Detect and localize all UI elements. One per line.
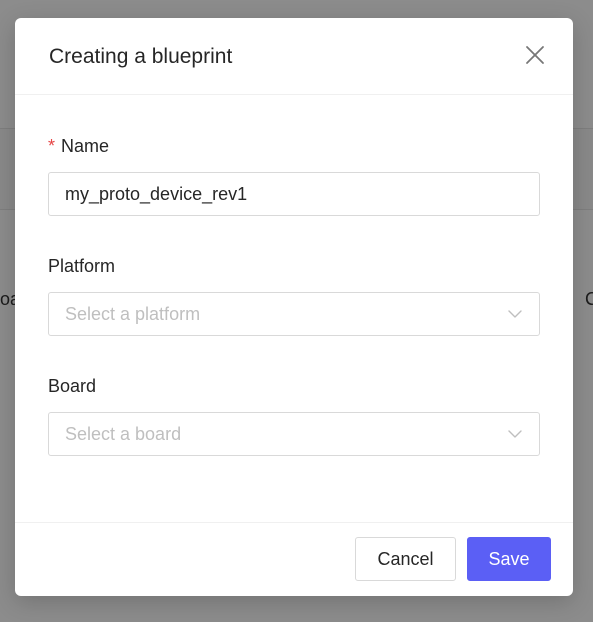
name-field-group: * Name	[48, 134, 540, 254]
board-field-group: Board Select a board	[48, 374, 540, 494]
name-label-row: * Name	[48, 134, 540, 158]
dialog-header: Creating a blueprint	[15, 18, 573, 95]
cancel-button[interactable]: Cancel	[355, 537, 456, 581]
board-label: Board	[48, 376, 97, 396]
required-mark: *	[48, 136, 56, 156]
platform-field-group: Platform Select a platform	[48, 254, 540, 374]
chevron-down-icon	[508, 310, 522, 318]
close-button[interactable]	[523, 43, 547, 67]
save-button[interactable]: Save	[467, 537, 551, 581]
name-label: Name	[61, 136, 110, 156]
platform-label: Platform	[48, 256, 116, 276]
dialog-footer: Cancel Save	[15, 522, 573, 596]
platform-select-placeholder: Select a platform	[65, 303, 201, 324]
dialog-form: * Name Platform Select a platform Board …	[48, 134, 540, 494]
dialog-title: Creating a blueprint	[49, 45, 233, 68]
close-icon	[526, 46, 544, 64]
create-blueprint-dialog: Creating a blueprint * Name Platform Sel…	[15, 18, 573, 596]
chevron-down-icon	[508, 430, 522, 438]
board-select[interactable]: Select a board	[48, 412, 540, 456]
name-input[interactable]	[48, 172, 540, 216]
board-select-placeholder: Select a board	[65, 423, 182, 444]
platform-select[interactable]: Select a platform	[48, 292, 540, 336]
